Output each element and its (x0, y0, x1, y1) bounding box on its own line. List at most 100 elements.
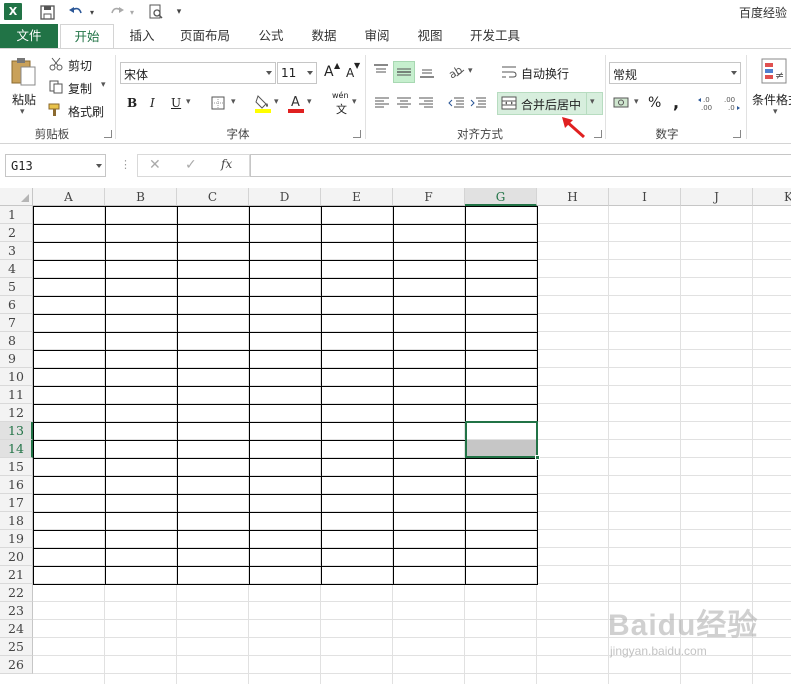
merge-center-dropdown-icon[interactable]: ▾ (590, 97, 595, 107)
fill-color-dropdown-icon[interactable]: ▾ (274, 97, 279, 107)
row-header-20[interactable]: 20 (0, 548, 33, 566)
column-header-k[interactable]: K (753, 188, 791, 206)
undo-icon[interactable] (66, 3, 86, 21)
row-header-1[interactable]: 1 (0, 206, 33, 224)
print-preview-icon[interactable] (146, 3, 166, 21)
row-header-6[interactable]: 6 (0, 296, 33, 314)
column-header-h[interactable]: H (537, 188, 609, 206)
paste-dropdown-icon[interactable]: ▾ (20, 107, 25, 117)
align-center-icon[interactable] (395, 95, 413, 111)
undo-dropdown-icon[interactable]: ▾ (88, 3, 96, 21)
phonetic-dropdown-icon[interactable]: ▾ (352, 97, 357, 107)
wrap-text-icon[interactable] (500, 63, 518, 81)
percent-button[interactable]: % (648, 95, 661, 111)
column-header-j[interactable]: J (681, 188, 753, 206)
accounting-dropdown-icon[interactable]: ▾ (634, 97, 639, 107)
merge-center-icon[interactable] (500, 95, 518, 111)
font-name-select[interactable]: 宋体 (120, 62, 276, 84)
orientation-dropdown-icon[interactable]: ▾ (468, 66, 473, 76)
column-header-c[interactable]: C (177, 188, 249, 206)
row-header-13[interactable]: 13 (0, 422, 33, 440)
accounting-format-icon[interactable] (612, 95, 632, 111)
column-header-g[interactable]: G (465, 188, 537, 206)
conditional-format-button[interactable]: 条件格式 (752, 91, 791, 108)
save-icon[interactable] (38, 3, 56, 21)
align-right-icon[interactable] (417, 95, 435, 111)
format-painter-button[interactable]: 格式刷 (68, 103, 104, 120)
row-header-15[interactable]: 15 (0, 458, 33, 476)
name-box-dropdown-icon[interactable] (96, 164, 102, 168)
font-size-select[interactable]: 11 (277, 62, 317, 84)
enter-entry-button[interactable]: ✓ (185, 157, 197, 173)
copy-dropdown-icon[interactable]: ▾ (101, 80, 106, 90)
formula-input[interactable] (250, 154, 791, 177)
column-header-e[interactable]: E (321, 188, 393, 206)
row-header-10[interactable]: 10 (0, 368, 33, 386)
bold-button[interactable]: B (127, 96, 137, 110)
redo-dropdown-icon[interactable]: ▾ (128, 3, 136, 21)
font-color-dropdown-icon[interactable]: ▾ (307, 97, 312, 107)
row-header-2[interactable]: 2 (0, 224, 33, 242)
row-header-3[interactable]: 3 (0, 242, 33, 260)
column-header-b[interactable]: B (105, 188, 177, 206)
row-header-14[interactable]: 14 (0, 440, 33, 458)
row-header-4[interactable]: 4 (0, 260, 33, 278)
paste-button[interactable]: 粘贴 (12, 91, 36, 108)
comma-button[interactable]: , (673, 93, 679, 112)
tab-developer[interactable]: 开发工具 (462, 24, 528, 48)
clipboard-launcher-icon[interactable] (104, 130, 112, 138)
redo-icon[interactable] (107, 3, 127, 21)
merge-center-button[interactable]: 合并后居中 (521, 96, 581, 113)
tab-review[interactable]: 审阅 (356, 24, 398, 48)
borders-dropdown-icon[interactable]: ▾ (231, 97, 236, 107)
align-middle-icon[interactable] (393, 61, 415, 83)
row-header-11[interactable]: 11 (0, 386, 33, 404)
tab-home[interactable]: 开始 (60, 24, 114, 49)
conditional-format-icon[interactable]: ≠ (760, 57, 788, 85)
borders-icon[interactable] (210, 95, 226, 111)
tab-file[interactable]: 文件 (0, 24, 58, 48)
row-header-24[interactable]: 24 (0, 620, 33, 638)
decrease-indent-icon[interactable] (446, 95, 466, 111)
row-header-18[interactable]: 18 (0, 512, 33, 530)
row-header-16[interactable]: 16 (0, 476, 33, 494)
shrink-font-button[interactable]: A (346, 66, 354, 80)
phonetic-guide-button[interactable]: 文 (336, 101, 347, 117)
tab-data[interactable]: 数据 (302, 24, 346, 48)
copy-button[interactable]: 复制 (68, 80, 92, 97)
align-top-icon[interactable] (371, 61, 391, 81)
underline-button[interactable]: U (171, 96, 181, 110)
column-header-i[interactable]: I (609, 188, 681, 206)
align-left-icon[interactable] (373, 95, 391, 111)
fill-color-icon[interactable] (254, 93, 272, 113)
cancel-entry-button[interactable]: ✕ (149, 157, 161, 173)
wrap-text-button[interactable]: 自动换行 (521, 65, 569, 82)
paste-icon[interactable] (8, 57, 38, 87)
row-header-22[interactable]: 22 (0, 584, 33, 602)
tab-view[interactable]: 视图 (408, 24, 452, 48)
selected-cell-range[interactable] (465, 421, 538, 458)
format-painter-icon[interactable] (48, 102, 64, 118)
cut-icon[interactable] (48, 56, 64, 72)
font-color-icon[interactable]: A (287, 93, 305, 113)
fill-handle[interactable] (535, 455, 540, 460)
number-launcher-icon[interactable] (733, 130, 741, 138)
row-header-12[interactable]: 12 (0, 404, 33, 422)
column-header-f[interactable]: F (393, 188, 465, 206)
row-header-26[interactable]: 26 (0, 656, 33, 674)
column-header-a[interactable]: A (33, 188, 105, 206)
decrease-decimal-icon[interactable]: .00.0 (721, 93, 741, 113)
name-box[interactable]: G13 (5, 154, 106, 177)
tab-page-layout[interactable]: 页面布局 (172, 24, 238, 48)
conditional-format-dropdown-icon[interactable]: ▾ (773, 107, 778, 117)
grow-font-button[interactable]: A (324, 64, 334, 80)
align-bottom-icon[interactable] (417, 61, 437, 81)
row-header-19[interactable]: 19 (0, 530, 33, 548)
cut-button[interactable]: 剪切 (68, 57, 92, 74)
copy-icon[interactable] (48, 79, 64, 95)
font-launcher-icon[interactable] (353, 130, 361, 138)
tab-insert[interactable]: 插入 (120, 24, 164, 48)
underline-dropdown-icon[interactable]: ▾ (186, 97, 191, 107)
row-header-23[interactable]: 23 (0, 602, 33, 620)
number-format-select[interactable]: 常规 (609, 62, 741, 84)
